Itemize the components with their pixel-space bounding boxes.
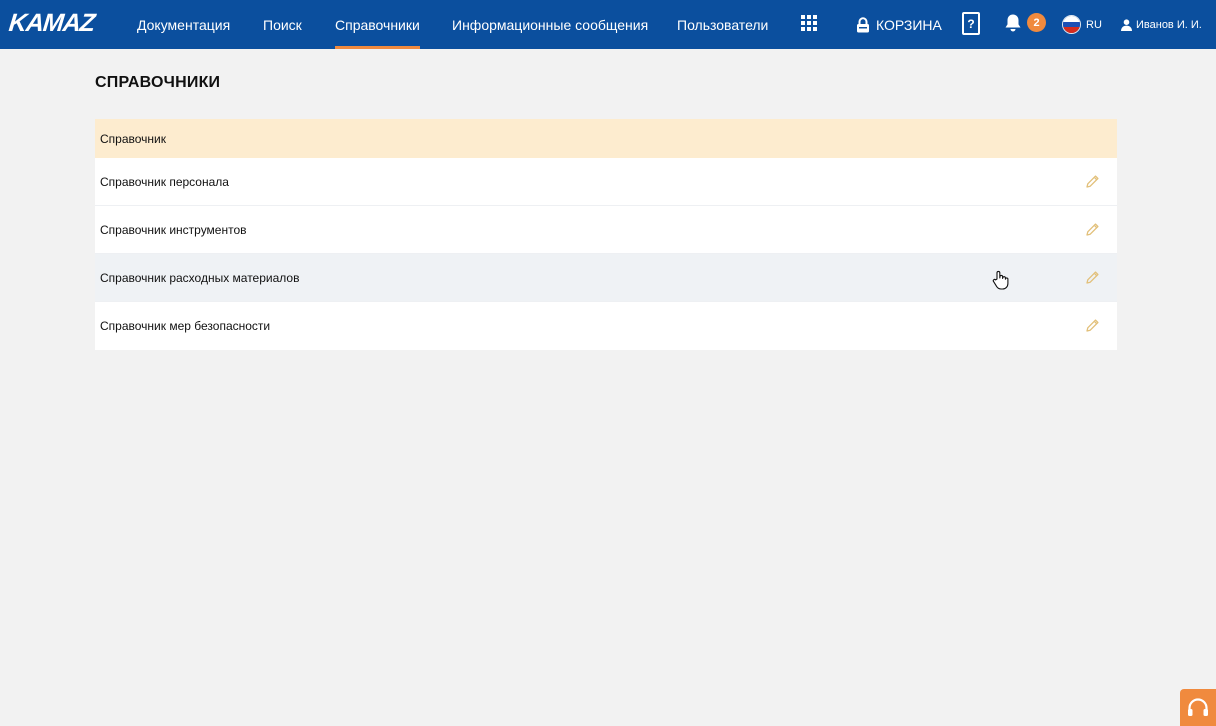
table-row[interactable]: Справочник персонала xyxy=(95,158,1117,206)
row-label: Справочник персонала xyxy=(100,174,229,189)
user-icon xyxy=(1121,18,1132,31)
support-button[interactable] xyxy=(1180,689,1216,726)
table-row[interactable]: Справочник расходных материалов xyxy=(95,254,1117,302)
help-book-icon[interactable]: ? xyxy=(962,12,980,35)
language-selector[interactable]: RU xyxy=(1062,0,1102,49)
column-header-directory: Справочник xyxy=(100,131,166,146)
nav-info-messages[interactable]: Информационные сообщения xyxy=(452,0,648,49)
top-navigation-bar: KAMAZ Документация Поиск Справочники Инф… xyxy=(0,0,1216,49)
russia-flag-icon xyxy=(1062,15,1081,34)
grid-icon[interactable] xyxy=(801,15,817,31)
row-label: Справочник расходных материалов xyxy=(100,270,300,285)
user-name: Иванов И. И. xyxy=(1136,18,1202,31)
user-menu[interactable]: Иванов И. И. xyxy=(1121,0,1202,49)
kamaz-logo[interactable]: KAMAZ xyxy=(8,9,96,37)
headset-icon xyxy=(1188,697,1208,716)
pencil-icon[interactable] xyxy=(1085,174,1100,189)
pencil-icon[interactable] xyxy=(1085,222,1100,237)
row-label: Справочник мер безопасности xyxy=(100,319,271,333)
cart-button[interactable]: КОРЗИНА xyxy=(856,0,942,49)
help-mark: ? xyxy=(967,16,975,31)
page-title: СПРАВОЧНИКИ xyxy=(95,74,221,91)
pencil-icon[interactable] xyxy=(1085,270,1100,285)
nav-search[interactable]: Поиск xyxy=(263,0,302,49)
directories-table: Справочник Справочник персонала Справочн… xyxy=(95,119,1117,350)
notification-count-badge: 2 xyxy=(1027,13,1046,32)
hand-cursor-icon xyxy=(992,270,1009,290)
table-row[interactable]: Справочник инструментов xyxy=(95,206,1117,254)
cart-label: КОРЗИНА xyxy=(876,16,942,33)
row-label: Справочник инструментов xyxy=(100,222,247,237)
nav-documentation[interactable]: Документация xyxy=(137,0,230,49)
nav-users[interactable]: Пользователи xyxy=(677,0,768,49)
language-label: RU xyxy=(1086,18,1102,31)
lock-icon xyxy=(857,16,869,32)
table-header: Справочник xyxy=(95,119,1117,158)
table-row[interactable]: Справочник мер безопасности xyxy=(95,302,1117,350)
nav-directories[interactable]: Справочники xyxy=(335,0,420,49)
bell-icon[interactable] xyxy=(1004,13,1022,33)
pencil-icon[interactable] xyxy=(1085,318,1100,333)
